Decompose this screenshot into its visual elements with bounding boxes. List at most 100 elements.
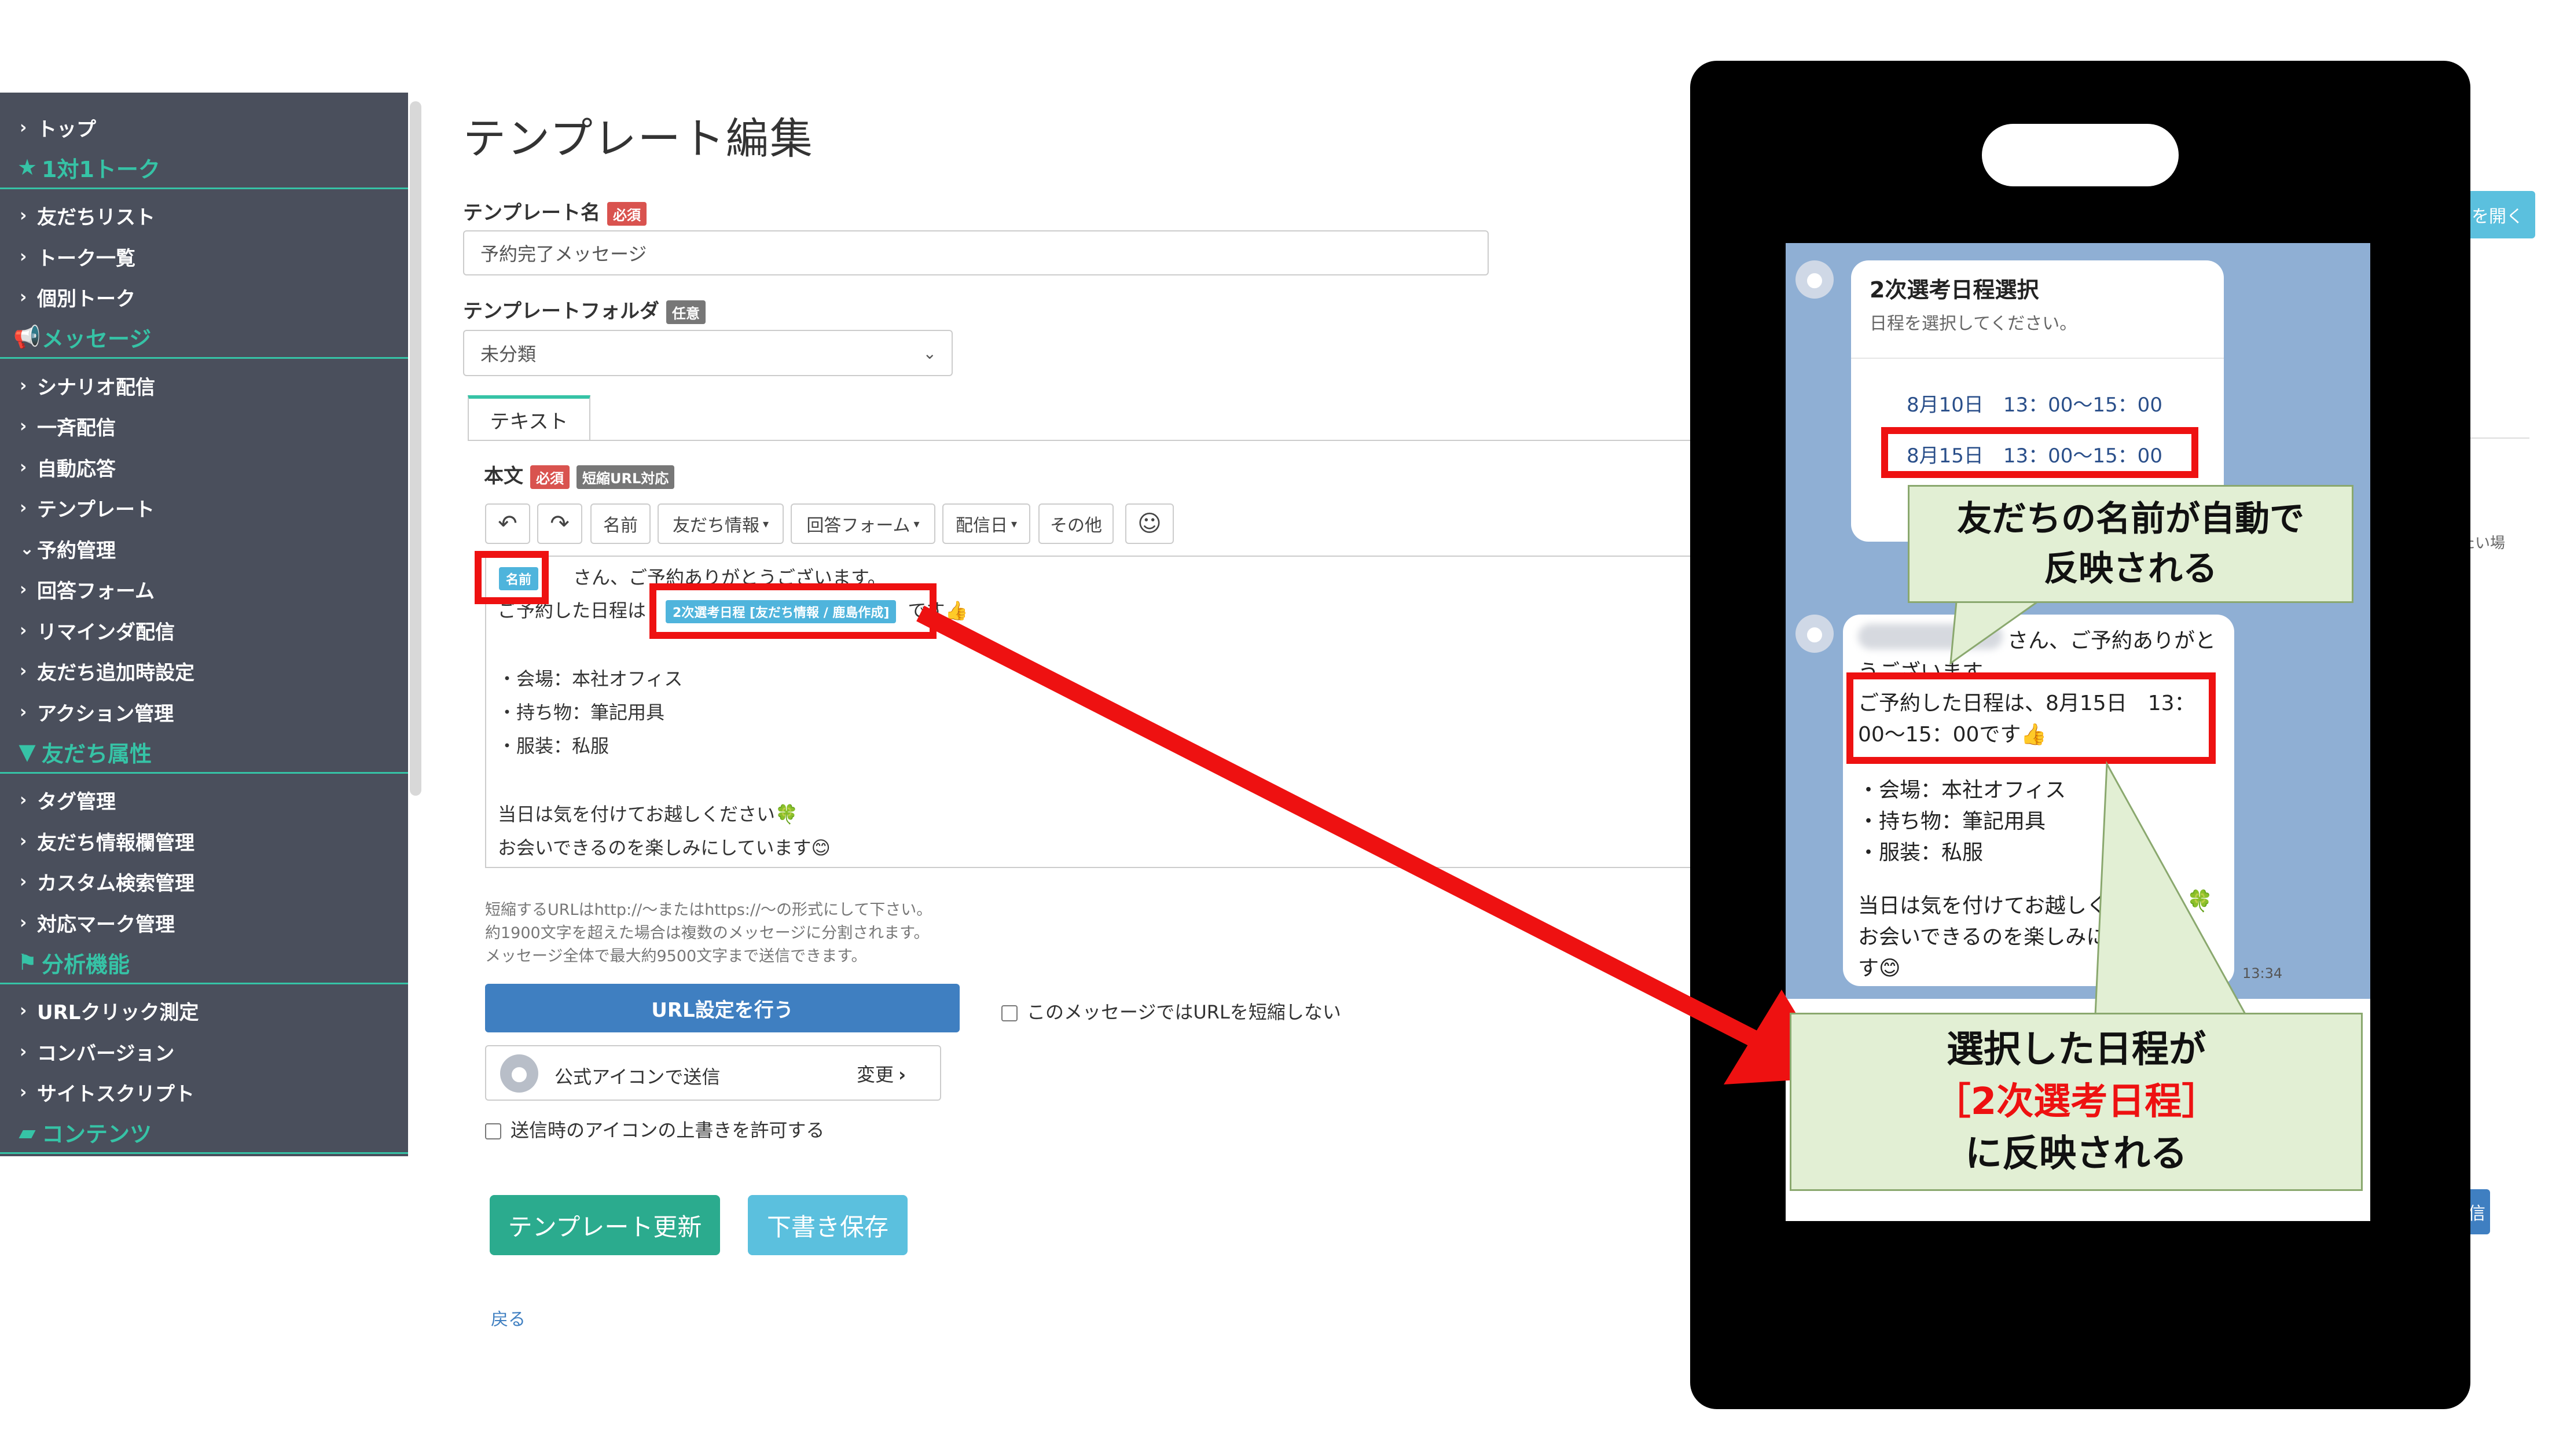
sidebar-section-label: 1対1トーク [42,156,160,182]
sidebar-item-label: トップ [37,117,96,141]
template-folder-select[interactable]: 未分類 ⌄ [463,330,953,376]
sidebar-item-label: 一斉配信 [37,417,116,440]
chevron-right-icon: › [20,375,27,396]
sidebar-item-19[interactable]: › 対応マーク管理 [0,902,408,943]
change-icon-button[interactable]: 変更 › [857,1060,906,1087]
star-icon: ★ [17,155,38,180]
sidebar-item-13[interactable]: › 友だち追加時設定 [0,650,408,692]
chevron-right-icon: › [20,416,27,436]
caret-down-icon: ▾ [1011,517,1018,531]
sidebar-section-5[interactable]: 📢 メッセージ [0,317,408,359]
msg-line-8: す😊 [1858,957,1901,980]
body-label-text: 本文 [484,465,523,488]
msg-line-6: 当日は気を付けてお越しく [1858,894,2107,918]
answer-form-dropdown[interactable]: 回答フォーム ▾ [791,503,935,544]
caret-down-icon: ▾ [762,517,769,531]
sidebar-item-label: 自動応答 [37,457,116,481]
redo-button[interactable]: ↷ [537,503,582,544]
sidebar-item-label: 友だち追加時設定 [37,661,194,685]
emoji-button[interactable]: ☺ [1125,503,1174,544]
update-template-button[interactable]: テンプレート更新 [490,1195,720,1255]
chevron-right-icon: › [20,246,27,267]
tab-text[interactable]: テキスト [468,395,590,440]
phone-speaker [1982,124,2179,186]
body-required-badge: 必須 [530,465,570,489]
sidebar-item-21[interactable]: › URLクリック測定 [0,990,408,1032]
insert-name-button[interactable]: 名前 [590,503,651,544]
editor-line-4: ・持ち物：筆記用具 [498,701,665,723]
message-date-highlight [1846,672,2216,764]
flag-icon: ⚑ [17,950,38,975]
sidebar-item-18[interactable]: › カスタム検索管理 [0,861,408,903]
url-settings-button[interactable]: URL設定を行う [485,984,960,1032]
short-url-badge: 短縮URL対応 [577,465,675,489]
no-shorten-option[interactable]: このメッセージではURLを短縮しない [1001,998,1341,1024]
caret-down-icon: ▾ [913,517,920,531]
editor-line-6: 当日は気を付けてお越しください🍀 [498,803,798,825]
sidebar-item-6[interactable]: › シナリオ配信 [0,365,408,406]
change-label: 変更 [857,1064,894,1086]
chevron-down-icon: ⌄ [923,343,937,363]
sidebar-item-16[interactable]: › タグ管理 [0,780,408,821]
editor-line-3: ・会場：本社オフィス [498,668,683,690]
sidebar-item-4[interactable]: › 個別トーク [0,277,408,318]
sidebar-item-12[interactable]: › リマインダ配信 [0,609,408,651]
sidebar-item-7[interactable]: › 一斉配信 [0,406,408,447]
url-note-3: メッセージ全体で最大約9500文字まで送信できます。 [485,947,867,965]
sidebar-section-24[interactable]: ▰ コンテンツ [0,1112,408,1154]
sidebar-section-15[interactable]: ▼ 友だち属性 [0,732,408,774]
sidebar-item-label: サイトスクリプト [37,1083,194,1106]
schedule-option-1[interactable]: 8月10日 13：00〜15：00 [1907,389,2162,417]
sidebar-section-label: 友だち属性 [42,741,152,767]
sidebar-item-10[interactable]: ⌄ 予約管理 [0,528,408,569]
sidebar-scrollbar[interactable] [410,101,421,796]
sidebar-item-9[interactable]: › テンプレート [0,487,408,529]
sidebar-item-label: シナリオ配信 [37,376,155,399]
url-note-1: 短縮するURLはhttp://〜またはhttps://〜の形式にして下さい。 [485,901,932,919]
delivery-date-dropdown[interactable]: 配信日 ▾ [942,503,1030,544]
chevron-right-icon: › [20,117,27,138]
msg-line-3: ・会場：本社オフィス [1858,778,2066,802]
friend-info-label: 友だち情報 [672,516,759,536]
sidebar-section-1[interactable]: ★ 1対1トーク [0,148,408,189]
sidebar-item-label: 回答フォーム [37,580,155,603]
sidebar-item-label: URLクリック測定 [37,1001,199,1024]
friend-info-dropdown[interactable]: 友だち情報 ▾ [658,503,784,544]
chevron-right-icon: › [20,205,27,226]
allow-icon-option[interactable]: 送信時のアイコンの上書きを許可する [485,1116,824,1142]
sidebar-item-8[interactable]: › 自動応答 [0,446,408,488]
sidebar-item-0[interactable]: › トップ [0,106,408,148]
sidebar-item-22[interactable]: › コンバージョン [0,1031,408,1072]
no-shorten-checkbox[interactable] [1001,1005,1018,1021]
callout-top-line-2: 反映される [2044,549,2217,589]
chevron-right-icon: › [20,1001,27,1021]
sidebar-item-2[interactable]: › 友だちリスト [0,195,408,237]
schedule-chip-highlight [649,583,937,639]
sidebar-item-label: カスタム検索管理 [37,872,194,895]
sidebar-item-3[interactable]: › トーク一覧 [0,236,408,277]
template-name-input[interactable]: 予約完了メッセージ [463,230,1489,275]
msg-name-suffix: さん、ご予約ありがと [2007,629,2216,653]
sidebar-item-label: アクション管理 [37,702,174,726]
back-link[interactable]: 戻る [491,1305,526,1330]
undo-button[interactable]: ↶ [485,503,530,544]
sidebar-item-14[interactable]: › アクション管理 [0,691,408,733]
chevron-right-icon: › [20,287,27,307]
delivery-date-label: 配信日 [955,516,1008,536]
chevron-right-icon: › [20,1041,27,1062]
sidebar-item-label: リマインダ配信 [37,620,175,644]
sidebar-item-label: 対応マーク管理 [37,913,175,936]
name-chip-highlight [475,551,549,604]
sidebar-item-11[interactable]: › 回答フォーム [0,569,408,611]
sidebar-item-23[interactable]: › サイトスクリプト [0,1072,408,1113]
sidebar-item-17[interactable]: › 友だち情報欄管理 [0,820,408,862]
allow-icon-label: 送信時のアイコンの上書きを許可する [511,1119,825,1141]
sidebar-section-20[interactable]: ⚑ 分析機能 [0,943,408,984]
save-draft-button[interactable]: 下書き保存 [748,1195,908,1255]
sidebar-section-label: メッセージ [42,326,152,352]
other-button[interactable]: その他 [1038,503,1114,544]
allow-icon-checkbox[interactable] [485,1123,501,1139]
chevron-right-icon: › [20,790,27,810]
sidebar-item-label: 友だちリスト [37,206,155,229]
template-folder-value: 未分類 [480,343,537,365]
